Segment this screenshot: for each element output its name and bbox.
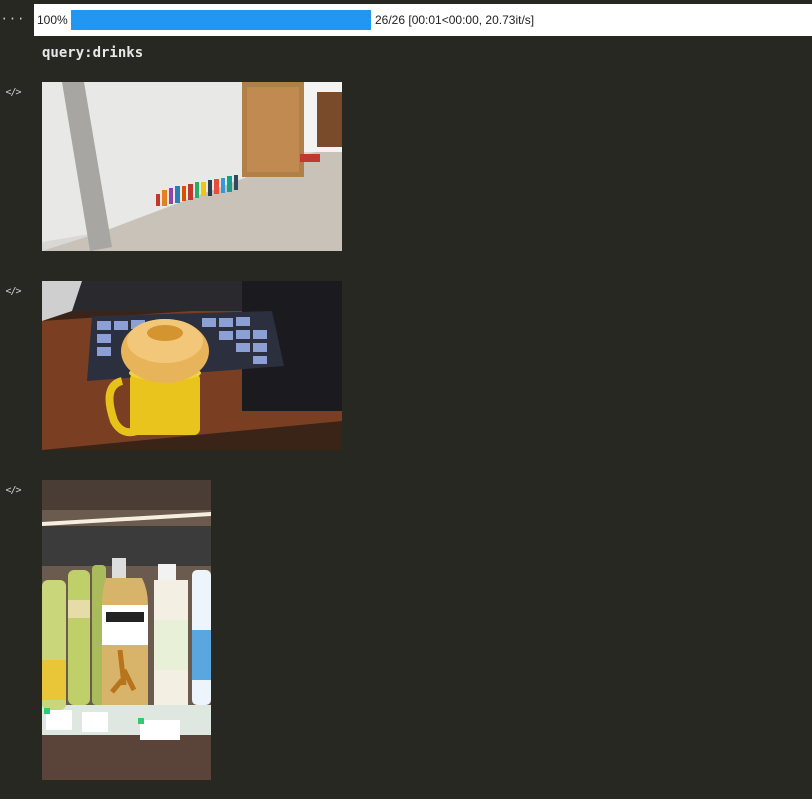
- bottles-on-shelf-photo: [42, 480, 211, 780]
- bun-on-mug-photo: [42, 281, 342, 450]
- progress-percent: 100%: [37, 13, 68, 27]
- progress-track: [71, 10, 371, 30]
- ellipsis-icon[interactable]: ···: [0, 13, 26, 25]
- code-icon[interactable]: </>: [0, 87, 26, 99]
- drinks-floor-photo: [42, 82, 342, 251]
- query-label: query:drinks: [42, 45, 144, 61]
- code-icon[interactable]: </>: [0, 485, 26, 497]
- progress-status: 26/26 [00:01<00:00, 20.73it/s]: [375, 13, 535, 27]
- notebook-output-area: ··· 100% 26/26 [00:01<00:00, 20.73it/s] …: [0, 0, 812, 799]
- code-icon[interactable]: </>: [0, 286, 26, 298]
- progress-bar-widget: 100% 26/26 [00:01<00:00, 20.73it/s]: [34, 4, 812, 36]
- progress-fill: [71, 10, 371, 30]
